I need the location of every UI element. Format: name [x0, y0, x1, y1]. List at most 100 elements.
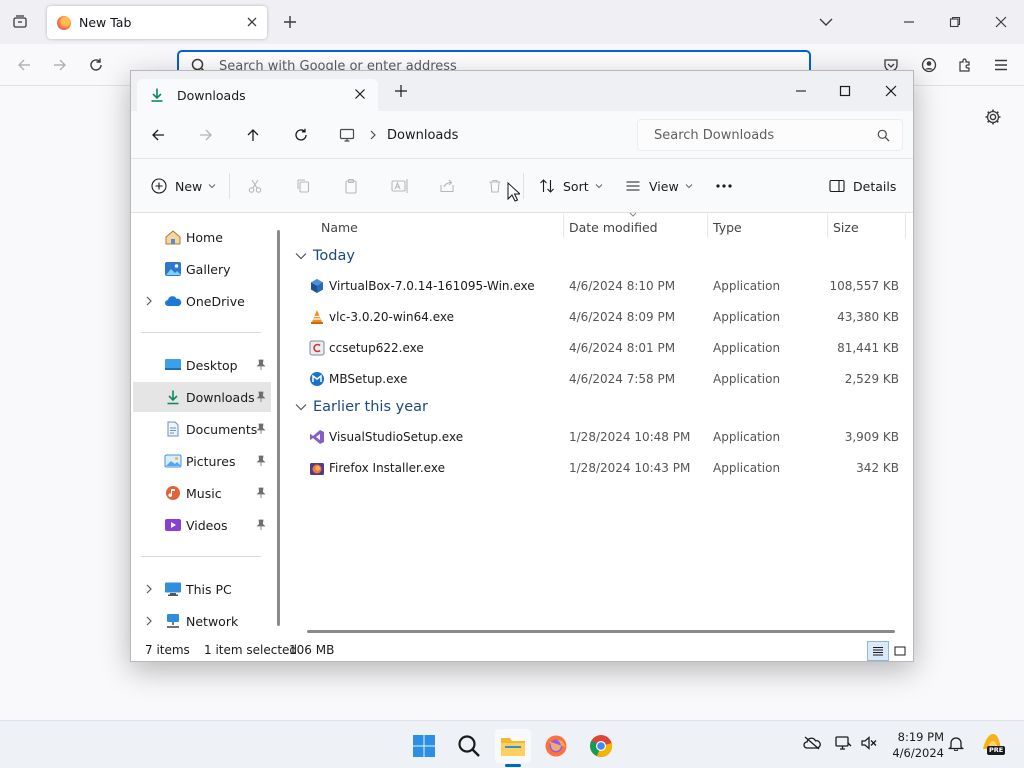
nav-divider [141, 556, 261, 557]
share-button[interactable] [439, 174, 455, 198]
sidebar-item-onedrive[interactable]: OneDrive [133, 286, 271, 316]
chevron-right-icon[interactable] [145, 296, 153, 306]
sidebar-item-network[interactable]: Network [133, 606, 271, 636]
sidebar-item-this-pc[interactable]: This PC [133, 574, 271, 604]
column-header-type[interactable]: Type [713, 220, 742, 235]
nav-scrollbar[interactable] [277, 230, 280, 626]
column-header-size[interactable]: Size [833, 220, 859, 235]
delete-button[interactable] [487, 174, 503, 198]
monitor-icon[interactable] [339, 127, 355, 143]
chevron-right-icon[interactable] [145, 584, 153, 594]
close-button[interactable] [875, 77, 907, 105]
sidebar-item-home[interactable]: Home [133, 222, 271, 252]
minimize-browser-button[interactable] [898, 12, 920, 32]
details-pane-button[interactable]: Details [829, 174, 896, 198]
close-tab-icon[interactable] [354, 88, 366, 100]
cut-button[interactable] [247, 174, 263, 198]
new-button[interactable]: New [151, 174, 216, 198]
pin-icon[interactable] [256, 455, 266, 467]
file-date: 1/28/2024 10:48 PM [569, 430, 691, 444]
pin-icon[interactable] [256, 359, 266, 371]
explorer-tab[interactable]: Downloads [137, 79, 378, 111]
horizontal-scrollbar[interactable] [307, 630, 895, 633]
gear-icon[interactable] [982, 106, 1004, 128]
new-tab-button[interactable] [280, 12, 300, 32]
more-icon [716, 184, 732, 188]
new-tab-button[interactable] [385, 77, 417, 105]
file-row[interactable]: ccsetup622.exe 4/6/2024 8:01 PM Applicat… [299, 334, 909, 362]
group-header-earlier-this-year[interactable]: Earlier this year [295, 399, 428, 415]
cloud-offline-icon[interactable] [803, 735, 821, 751]
chevron-right-icon[interactable] [369, 130, 377, 140]
file-row[interactable]: VisualStudioSetup.exe 1/28/2024 10:48 PM… [299, 423, 909, 451]
back-arrow-icon[interactable] [14, 55, 34, 75]
forward-arrow-icon[interactable] [50, 55, 70, 75]
column-divider[interactable] [905, 214, 906, 238]
search-input[interactable]: Search Downloads [637, 119, 903, 151]
pin-icon[interactable] [256, 423, 266, 435]
file-explorer-taskbar-button[interactable] [495, 729, 531, 763]
copy-button[interactable] [295, 174, 311, 198]
list-all-tabs-icon[interactable] [816, 12, 836, 32]
refresh-icon[interactable] [288, 123, 314, 147]
file-row[interactable]: Firefox Installer.exe 1/28/2024 10:43 PM… [299, 454, 909, 482]
pin-icon[interactable] [256, 487, 266, 499]
details-view-button[interactable] [867, 641, 889, 661]
group-header-today[interactable]: Today [295, 248, 355, 264]
more-options-button[interactable] [715, 174, 733, 198]
up-arrow-icon[interactable] [240, 123, 266, 147]
firefox-taskbar-button[interactable] [538, 729, 574, 763]
paste-button[interactable] [343, 174, 359, 198]
pin-icon[interactable] [256, 391, 266, 403]
view-button[interactable]: View [625, 174, 693, 198]
bell-icon[interactable] [948, 735, 964, 751]
pin-icon[interactable] [256, 519, 266, 531]
search-button[interactable] [451, 729, 487, 763]
forward-arrow-icon[interactable] [193, 123, 219, 147]
reload-icon[interactable] [86, 55, 106, 75]
close-browser-button[interactable] [990, 12, 1012, 32]
column-header-date[interactable]: Date modified [569, 220, 658, 235]
home-icon [164, 229, 182, 245]
minimize-button[interactable] [785, 77, 817, 105]
breadcrumb[interactable]: Downloads [339, 120, 627, 150]
column-divider[interactable] [563, 214, 564, 238]
extensions-icon[interactable] [954, 55, 976, 75]
browser-tab-title: New Tab [79, 15, 132, 30]
file-row[interactable]: MBSetup.exe 4/6/2024 7:58 PM Application… [299, 365, 909, 393]
view-button-label: View [649, 178, 679, 194]
browser-tab[interactable]: New Tab [47, 6, 267, 39]
file-name: VirtualBox-7.0.14-161095-Win.exe [329, 279, 535, 293]
file-row[interactable]: VirtualBox-7.0.14-161095-Win.exe 4/6/202… [299, 272, 909, 300]
sidebar-item-gallery[interactable]: Gallery [133, 254, 271, 284]
tiles-view-button[interactable] [889, 641, 911, 661]
column-header-name[interactable]: Name [321, 220, 358, 235]
network-icon[interactable] [834, 735, 852, 751]
sidebar-item-desktop[interactable]: Desktop [133, 350, 271, 380]
sidebar-item-downloads[interactable]: Downloads [133, 382, 271, 412]
sidebar-item-documents[interactable]: Documents [133, 414, 271, 444]
rename-icon [391, 179, 408, 193]
column-divider[interactable] [827, 214, 828, 238]
start-button[interactable] [406, 729, 442, 763]
maximize-button[interactable] [829, 77, 861, 105]
account-icon[interactable] [918, 55, 940, 75]
sidebar-item-pictures[interactable]: Pictures [133, 446, 271, 476]
breadcrumb-downloads[interactable]: Downloads [387, 128, 458, 143]
rename-button[interactable] [391, 174, 409, 198]
copilot-preview-badge[interactable]: PRE [980, 731, 1006, 759]
chrome-taskbar-button[interactable] [583, 729, 619, 763]
system-clock[interactable]: 8:19 PM 4/6/2024 [880, 729, 944, 761]
menu-icon[interactable] [990, 55, 1012, 75]
sidebar-item-videos[interactable]: Videos [133, 510, 271, 540]
column-divider[interactable] [707, 214, 708, 238]
close-tab-icon[interactable] [245, 15, 259, 29]
restore-browser-button[interactable] [944, 12, 966, 32]
sort-button[interactable]: Sort [539, 174, 603, 198]
chevron-right-icon[interactable] [145, 616, 153, 626]
sidebar-item-music[interactable]: Music [133, 478, 271, 508]
file-row[interactable]: vlc-3.0.20-win64.exe 4/6/2024 8:09 PM Ap… [299, 303, 909, 331]
volume-muted-icon[interactable] [860, 735, 878, 751]
back-arrow-icon[interactable] [145, 123, 171, 147]
tab-list-icon[interactable] [10, 12, 30, 32]
